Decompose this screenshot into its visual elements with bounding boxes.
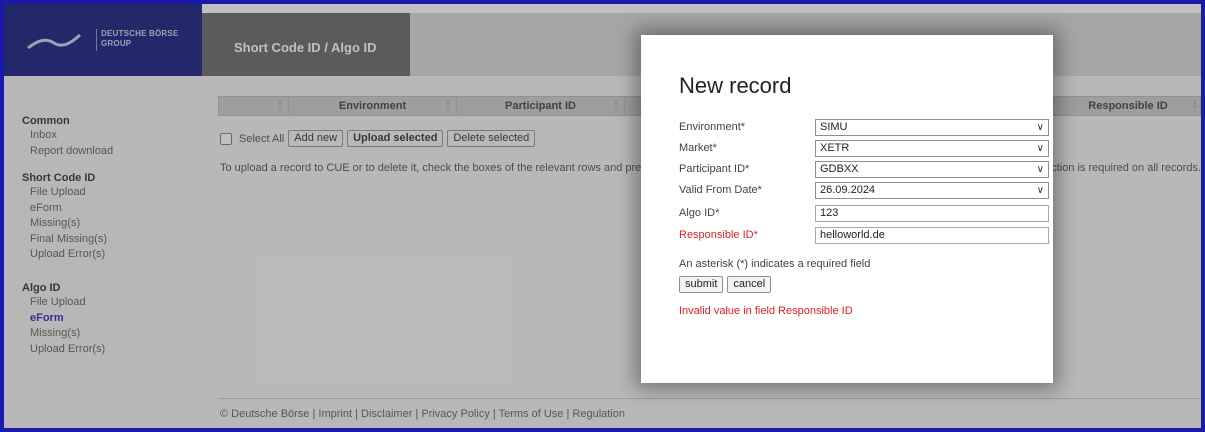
market-value: XETR [820, 142, 850, 154]
algo-id-value: 123 [820, 207, 839, 219]
cancel-button[interactable]: cancel [727, 276, 772, 293]
market-select[interactable]: XETR ∨ [815, 140, 1049, 157]
algo-id-row: Algo ID* 123 [679, 205, 1049, 223]
responsible-id-input[interactable]: helloworld.de [815, 227, 1049, 244]
chevron-down-icon: ∨ [1036, 122, 1044, 133]
responsible-id-value: helloworld.de [820, 229, 885, 241]
participant-id-select[interactable]: GDBXX ∨ [815, 161, 1049, 178]
dialog-title: New record [679, 73, 792, 98]
participant-id-label: Participant ID* [679, 163, 750, 175]
chevron-down-icon: ∨ [1036, 185, 1044, 196]
participant-id-row: Participant ID* GDBXX ∨ [679, 161, 1049, 179]
market-label: Market* [679, 142, 717, 154]
chevron-down-icon: ∨ [1036, 164, 1044, 175]
environment-value: SIMU [820, 121, 848, 133]
market-row: Market* XETR ∨ [679, 140, 1049, 158]
new-record-dialog: New record Environment* SIMU ∨ Market* X… [641, 35, 1053, 383]
dialog-buttons: submit cancel [679, 276, 772, 293]
valid-from-date-select[interactable]: 26.09.2024 ∨ [815, 182, 1049, 199]
environment-row: Environment* SIMU ∨ [679, 119, 1049, 137]
participant-id-value: GDBXX [820, 163, 859, 175]
submit-button[interactable]: submit [679, 276, 724, 293]
validation-error-message: Invalid value in field Responsible ID [679, 305, 853, 317]
valid-from-date-label: Valid From Date* [679, 184, 762, 196]
responsible-id-row: Responsible ID* helloworld.de [679, 227, 1049, 245]
required-field-note: An asterisk (*) indicates a required fie… [679, 258, 871, 270]
algo-id-label: Algo ID* [679, 207, 720, 219]
valid-from-date-row: Valid From Date* 26.09.2024 ∨ [679, 182, 1049, 200]
valid-from-date-value: 26.09.2024 [820, 184, 876, 196]
responsible-id-label: Responsible ID* [679, 229, 758, 241]
algo-id-input[interactable]: 123 [815, 205, 1049, 222]
app-window: DEUTSCHE BÖRSE GROUP Short Code ID / Alg… [4, 4, 1201, 428]
environment-label: Environment* [679, 121, 746, 133]
chevron-down-icon: ∨ [1036, 143, 1044, 154]
environment-select[interactable]: SIMU ∨ [815, 119, 1049, 136]
